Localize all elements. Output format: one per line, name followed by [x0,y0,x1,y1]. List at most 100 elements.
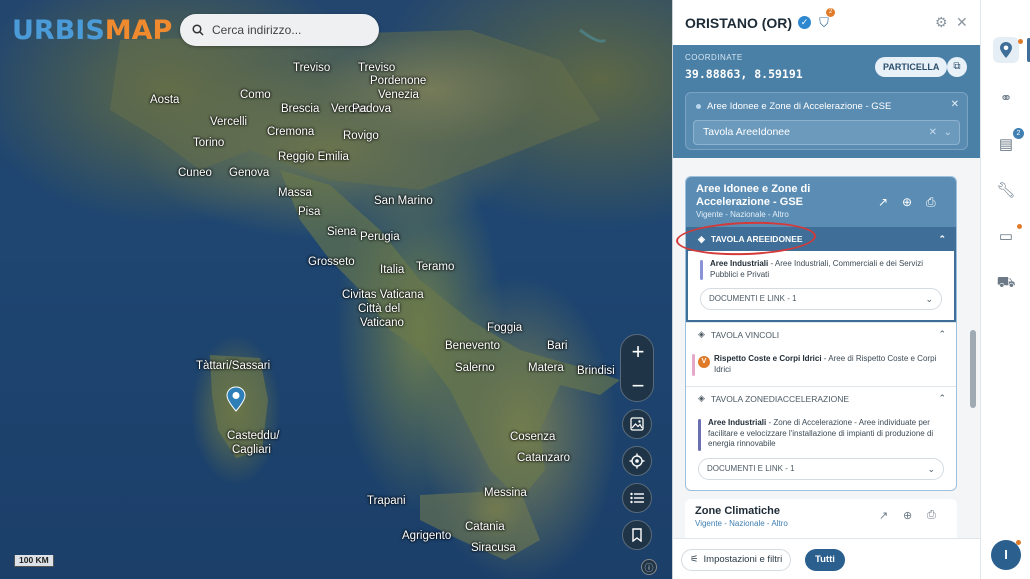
copy-icon[interactable]: ⧉ [947,57,967,77]
map-label: Cremona [267,126,315,138]
folder-icon[interactable]: ▭ [993,223,1019,249]
map-label: Salerno [455,362,495,374]
all-button[interactable]: Tutti [805,549,845,571]
panel-footer: ⚟ Impostazioni e filtri Tutti [673,538,980,579]
card-title: Aree Idonee e Zone di Accelerazione - GS… [696,183,811,208]
map-label: San Marino [374,195,433,207]
chevron-up-icon: ⌃ [938,329,946,339]
section-body: Aree Industriali - Aree Industriali, Com… [686,251,956,322]
map-label: Trapani [367,495,406,507]
verified-check-icon: ✓ [798,16,812,29]
layers-icon: ◈ [698,233,705,244]
layers-icon: ◈ [698,329,705,339]
logo-text-map: MAP [104,15,173,46]
search-bar[interactable] [180,14,379,46]
locate-me-button[interactable] [622,446,652,476]
close-icon[interactable]: ✕ [951,99,959,110]
documents-label: DOCUMENTI E LINK - 1 [709,294,797,303]
documents-dropdown[interactable]: DOCUMENTI E LINK - 1 ⌄ [698,457,944,480]
tavola-select[interactable]: Tavola AreeIdonee ✕ ⌄ [693,120,960,145]
section-tavola-areeidonee[interactable]: ◈ TAVOLA AREEIDONEE ⌃ [686,227,956,251]
wrench-icon[interactable]: 🔧︎ [993,177,1019,203]
layers-list-button[interactable] [622,483,652,513]
color-bar [698,419,701,451]
map-label: Teramo [416,261,455,273]
coordinates-value: 39.88863, 8.59191 [685,67,803,81]
image-icon [630,417,644,431]
layer-card: Aree Idonee e Zone di Accelerazione - GS… [685,176,957,491]
coordinates-section: COORDINATE 39.88863, 8.59191 PARTICELLA … [673,45,980,158]
target-icon[interactable]: ⊕ [902,195,912,209]
map-scale: 100 KM [14,555,54,567]
map-label: Rovigo [343,130,379,142]
close-icon[interactable]: ✕ [956,14,968,31]
map-label: Siracusa [471,542,516,554]
section-tavola-vincoli[interactable]: ◈ TAVOLA VINCOLI ⌃ [686,322,956,346]
sliders-icon: ⚟ [690,554,699,565]
section-label: TAVOLA ZONEDIACCELERAZIONE [710,393,849,404]
basemap-button[interactable] [622,409,652,439]
map-label: Massa [278,187,312,199]
external-link-icon[interactable]: ↗ [878,195,888,209]
map-label: Bari [547,340,568,352]
card-subtitle: Vigente - Nazionale - Altro [696,210,789,219]
clear-icon[interactable]: ✕ [929,121,937,144]
entry-name: Rispetto Coste e Corpi Idrici [714,354,822,363]
logo-text-urbis: URBIS [12,15,105,46]
binoculars-icon[interactable]: ⚭ [993,85,1019,111]
section-tavola-zonediaccelerazione[interactable]: ◈ TAVOLA ZONEDIACCELERAZIONE ⌃ [686,386,956,410]
minus-icon: − [631,373,645,398]
download-doc-icon[interactable]: ⎙ [927,509,936,522]
map-label: Aosta [150,94,180,106]
map-label: Perugia [360,231,400,243]
crosshair-icon [629,453,645,469]
map-label: Catania [465,521,505,533]
map-label: Genova [229,167,270,179]
map-canvas[interactable]: URBISMAP Treviso Treviso Pordenone Venez… [0,0,672,579]
list-item: Rispetto Coste e Corpi Idrici - Aree di … [698,354,944,375]
map-label: Vaticano [360,317,404,329]
zoom-in-button[interactable]: + [621,335,655,369]
urbismap-logo[interactable]: URBISMAP [12,15,172,46]
chevron-down-icon: ⌄ [927,463,935,474]
external-link-icon[interactable]: ↗ [879,509,888,522]
chevron-down-icon: ⌄ [943,127,952,138]
notification-dot [1016,540,1021,545]
gear-icon[interactable]: ⚙ [935,14,948,31]
cart-icon[interactable]: ⛟ [993,270,1019,296]
map-label: Grosseto [308,256,355,268]
download-doc-icon[interactable]: ⎙ [926,195,936,210]
map-label: Siena [327,226,357,238]
chevron-up-icon: ⌃ [938,393,946,403]
map-label: Italia [380,264,405,276]
map-label: Torino [193,137,225,149]
target-icon[interactable]: ⊕ [903,509,912,522]
map-label: Città del [358,303,401,315]
search-input[interactable] [212,23,362,37]
scrollbar[interactable] [970,330,976,408]
right-rail: ⚭ ▤ 2 🔧︎ ▭ ⛟ I [980,0,1030,579]
map-label: Treviso [293,62,331,74]
cart-icon[interactable]: ⛉ 2 [819,7,836,31]
notification-dot [1018,39,1023,44]
map-label: Venezia [378,89,419,101]
results-list[interactable]: Aree Idonee e Zone di Accelerazione - GS… [673,158,980,538]
particella-button[interactable]: PARTICELLA [875,57,948,77]
info-icon[interactable]: ⓘ [641,559,657,575]
settings-filters-button[interactable]: ⚟ Impostazioni e filtri [681,549,792,571]
map-label: Matera [528,362,564,374]
coordinates-label: COORDINATE [685,53,743,62]
map-label: Como [240,89,271,101]
list-item: Aree Industriali - Aree Industriali, Com… [700,259,942,280]
map-label: Agrigento [402,530,452,542]
location-pin-icon[interactable] [226,386,246,412]
location-pin-icon[interactable] [993,37,1019,63]
zoom-out-button[interactable]: − [621,369,655,403]
panel-header: ORISTANO (OR) ✓ ⛉ 2 ⚙ ✕ [673,0,980,45]
documents-dropdown[interactable]: DOCUMENTI E LINK - 1 ⌄ [700,288,942,310]
settings-label: Impostazioni e filtri [703,554,783,565]
section-body: Aree Industriali - Zone di Accelerazione… [686,410,956,490]
layers-icon: ◈ [698,393,705,403]
map-label: Tàttari/Sassari [196,360,271,372]
bookmark-button[interactable] [622,520,652,550]
